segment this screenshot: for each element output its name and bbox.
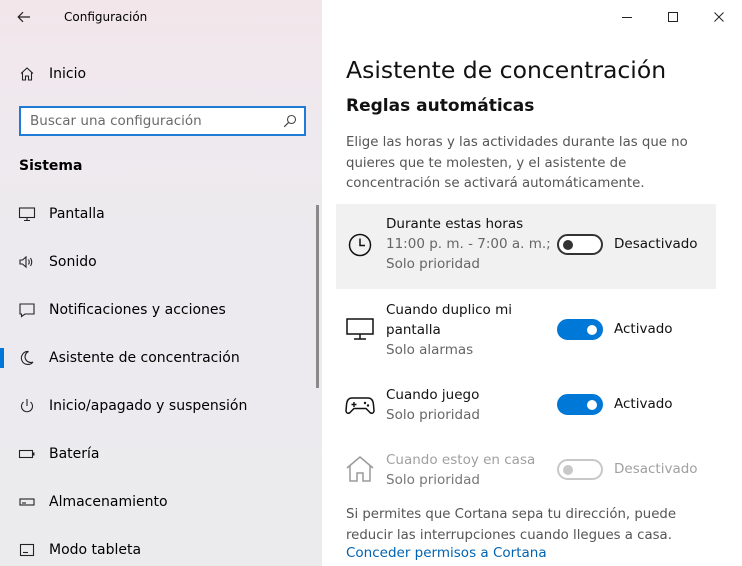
sidebar-item-sonido[interactable]: Sonido <box>0 238 322 286</box>
rule-priority: Solo alarmas <box>386 342 474 358</box>
minimize-icon <box>622 17 632 18</box>
rule-priority: Solo prioridad <box>386 256 480 272</box>
sidebar-item-label: Almacenamiento <box>49 494 168 510</box>
gamepad-icon <box>345 390 375 420</box>
cortana-info-text: Si permites que Cortana sepa tu direcció… <box>346 507 677 543</box>
rule-gaming[interactable]: Cuando juego Solo prioridad Activado <box>336 382 716 432</box>
rule-text: Cuando duplico mi pantalla Solo alarmas <box>386 300 554 360</box>
rule-priority: Solo prioridad <box>386 407 480 423</box>
title-bar-left: Configuración <box>0 0 322 34</box>
page-title: Asistente de concentración <box>346 56 667 84</box>
rule-state: Activado <box>614 396 673 412</box>
toggle-knob <box>563 239 573 250</box>
search-input[interactable] <box>30 109 280 133</box>
toggle-knob <box>587 324 597 335</box>
notification-icon <box>18 301 36 319</box>
main-content: Asistente de concentración Reglas automá… <box>322 0 742 566</box>
rule-name: Cuando juego <box>386 387 480 403</box>
section-subtitle: Reglas automáticas <box>346 96 535 116</box>
maximize-button[interactable] <box>650 0 696 34</box>
sidebar-item-label: Sonido <box>49 254 97 270</box>
rule-state: Desactivado <box>614 461 698 477</box>
rule-toggle[interactable] <box>557 234 603 255</box>
sidebar-item-asistente[interactable]: Asistente de concentración <box>0 334 322 382</box>
close-icon <box>714 12 724 22</box>
sidebar-item-notificaciones[interactable]: Notificaciones y acciones <box>0 286 322 334</box>
sidebar: Configuración Inicio Sistema Pantalla <box>0 0 322 566</box>
battery-icon <box>18 445 36 463</box>
section-title: Sistema <box>19 158 83 174</box>
window-controls <box>604 0 742 34</box>
sidebar-item-label: Inicio/apagado y suspensión <box>49 398 248 414</box>
rule-during-hours[interactable]: Durante estas horas 11:00 p. m. - 7:00 a… <box>336 204 716 289</box>
sidebar-scrollbar[interactable] <box>316 205 319 388</box>
speaker-icon <box>18 253 36 271</box>
monitor-icon <box>18 205 36 223</box>
sidebar-item-pantalla[interactable]: Pantalla <box>0 190 322 238</box>
back-arrow-icon <box>17 11 30 23</box>
rule-duplicate-display[interactable]: Cuando duplico mi pantalla Solo alarmas … <box>336 296 716 366</box>
sidebar-item-almacenamiento[interactable]: Almacenamiento <box>0 478 322 526</box>
rule-name: Durante estas horas <box>386 216 524 232</box>
rule-text: Cuando estoy en casa Solo prioridad <box>386 450 554 490</box>
app-title: Configuración <box>64 10 148 24</box>
sidebar-item-label: Asistente de concentración <box>49 350 240 366</box>
minimize-button[interactable] <box>604 0 650 34</box>
clock-icon <box>345 230 375 260</box>
cortana-permissions-link[interactable]: Conceder permisos a Cortana <box>346 545 547 561</box>
rule-toggle[interactable] <box>557 394 603 415</box>
close-button[interactable] <box>696 0 742 34</box>
sidebar-item-home[interactable]: Inicio <box>0 56 322 92</box>
sidebar-item-modo-tableta[interactable]: Modo tableta <box>0 526 322 566</box>
toggle-knob <box>563 464 573 475</box>
monitor-icon <box>345 314 375 344</box>
sidebar-item-label: Modo tableta <box>49 542 142 558</box>
back-button[interactable] <box>10 6 38 28</box>
sidebar-item-label: Batería <box>49 446 100 462</box>
rule-toggle <box>557 459 603 480</box>
rule-toggle[interactable] <box>557 319 603 340</box>
rule-priority: Solo prioridad <box>386 472 480 488</box>
rule-name: Cuando estoy en casa <box>386 452 536 468</box>
sidebar-item-label: Inicio <box>49 66 87 82</box>
rule-state: Activado <box>614 321 673 337</box>
maximize-icon <box>668 12 678 22</box>
tablet-icon <box>18 541 36 559</box>
home-icon <box>19 66 35 82</box>
sidebar-nav-list: Pantalla Sonido Notificaciones y accione… <box>0 190 322 566</box>
description-text: Elige las horas y las actividades durant… <box>346 135 688 191</box>
toggle-knob <box>587 399 597 410</box>
rule-at-home: Cuando estoy en casa Solo prioridad Desa… <box>336 447 716 497</box>
sidebar-item-inicio-apagado[interactable]: Inicio/apagado y suspensión <box>0 382 322 430</box>
sidebar-item-bateria[interactable]: Batería <box>0 430 322 478</box>
home-icon <box>345 454 375 484</box>
rule-schedule: 11:00 p. m. - 7:00 a. m.; <box>386 236 551 252</box>
rule-text: Cuando juego Solo prioridad <box>386 385 554 425</box>
sidebar-item-label: Notificaciones y acciones <box>49 302 226 318</box>
power-icon <box>18 397 36 415</box>
search-icon[interactable] <box>283 114 297 128</box>
rule-text: Durante estas horas 11:00 p. m. - 7:00 a… <box>386 214 554 274</box>
rule-state: Desactivado <box>614 236 698 252</box>
rule-name: Cuando duplico mi pantalla <box>386 302 513 338</box>
sidebar-item-label: Pantalla <box>49 206 105 222</box>
moon-icon <box>18 349 36 367</box>
search-box[interactable] <box>19 106 306 136</box>
storage-icon <box>18 493 36 511</box>
